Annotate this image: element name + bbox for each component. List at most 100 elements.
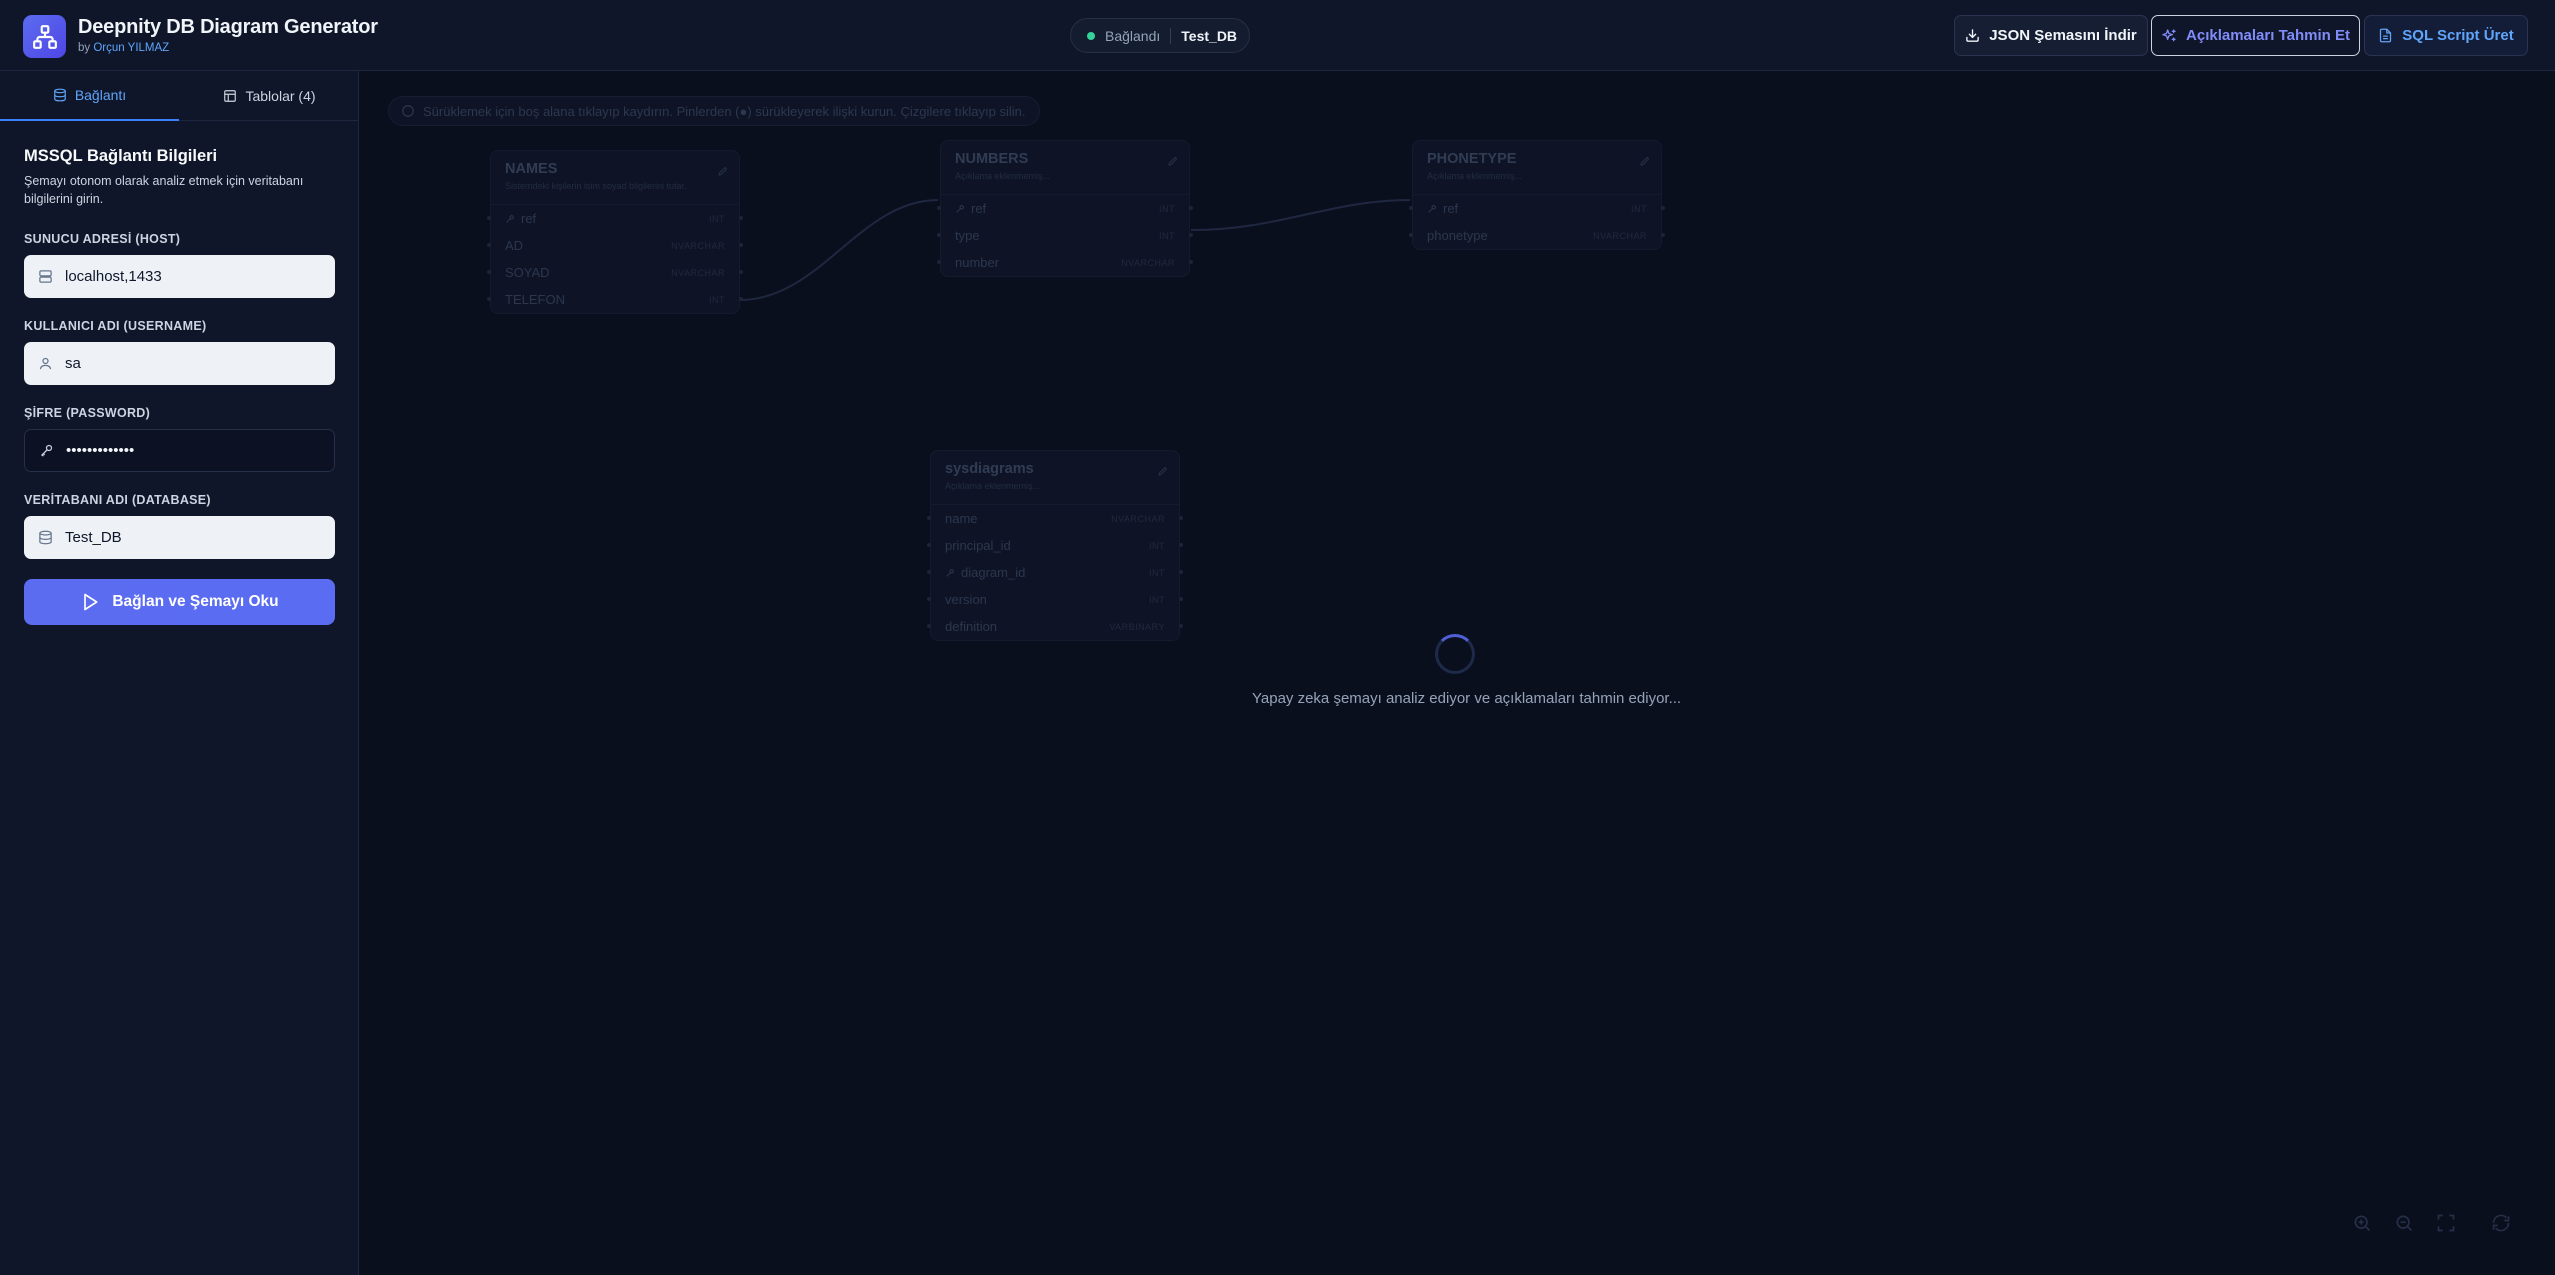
relationship-lines xyxy=(739,199,1411,301)
table-card-header: NAMES Sistemdeki kişilerin isim soyad bi… xyxy=(491,151,739,205)
pin-left[interactable] xyxy=(487,243,491,247)
pin-left[interactable] xyxy=(487,270,491,274)
key-icon xyxy=(955,204,965,214)
pin-left[interactable] xyxy=(487,297,491,301)
pin-right[interactable] xyxy=(1179,570,1183,574)
reset-icon[interactable] xyxy=(2488,1210,2514,1236)
column-type: VARBINARY xyxy=(1109,621,1165,632)
table-card-header: PHONETYPE Açıklama eklenmemiş... xyxy=(1413,141,1661,195)
table-column: type INT xyxy=(937,222,1193,249)
pin-left[interactable] xyxy=(937,233,941,237)
loading-spinner-icon xyxy=(1435,634,1475,674)
edit-icon[interactable] xyxy=(1157,465,1169,477)
pin-right[interactable] xyxy=(1189,233,1193,237)
table-name: NUMBERS xyxy=(955,151,1029,167)
table-card-header: NUMBERS Açıklama eklenmemiş... xyxy=(941,141,1189,195)
table-column: ref INT xyxy=(1409,195,1665,222)
key-icon xyxy=(945,568,955,578)
pin-right[interactable] xyxy=(1179,516,1183,520)
column-name: definition xyxy=(945,619,998,634)
table-column: AD NVARCHAR xyxy=(487,232,743,259)
pin-left[interactable] xyxy=(927,516,931,520)
pin-right[interactable] xyxy=(1179,543,1183,547)
pin-right[interactable] xyxy=(739,297,743,301)
column-type: INT xyxy=(709,294,725,305)
pin-right[interactable] xyxy=(739,270,743,274)
table-column: version INT xyxy=(927,586,1183,613)
column-name: AD xyxy=(505,238,524,253)
pin-left[interactable] xyxy=(937,260,941,264)
column-name: TELEFON xyxy=(505,292,565,307)
key-icon xyxy=(1427,204,1437,214)
table-name: PHONETYPE xyxy=(1427,151,1517,167)
table-description: Açıklama eklenmemiş... xyxy=(1427,171,1523,181)
zoom-in-icon[interactable] xyxy=(2349,1210,2375,1236)
column-type: NVARCHAR xyxy=(1121,257,1175,268)
column-type: INT xyxy=(1149,567,1165,578)
table-column: number NVARCHAR xyxy=(937,249,1193,276)
table-column: SOYAD NVARCHAR xyxy=(487,259,743,286)
pin-left[interactable] xyxy=(927,624,931,628)
pin-left[interactable] xyxy=(927,597,931,601)
column-type: INT xyxy=(1159,230,1175,241)
pin-right[interactable] xyxy=(1179,597,1183,601)
loading-message: Yapay zeka şemayı analiz ediyor ve açıkl… xyxy=(1252,690,1682,707)
column-name: ref xyxy=(521,211,537,226)
fit-view-icon[interactable] xyxy=(2433,1210,2459,1236)
table-name: NAMES xyxy=(505,161,558,177)
pin-left[interactable] xyxy=(927,543,931,547)
pin-right[interactable] xyxy=(1661,233,1665,237)
column-type: NVARCHAR xyxy=(671,267,725,278)
pin-left[interactable] xyxy=(937,206,941,210)
pin-right[interactable] xyxy=(1179,624,1183,628)
column-type: INT xyxy=(1149,540,1165,551)
table-description: Açıklama eklenmemiş... xyxy=(955,171,1051,181)
pin-left[interactable] xyxy=(1409,233,1413,237)
pin-left[interactable] xyxy=(487,216,491,220)
column-name: type xyxy=(955,228,980,243)
column-type: INT xyxy=(1631,203,1647,214)
relation-line[interactable] xyxy=(1190,199,1411,231)
relation-line[interactable] xyxy=(739,199,939,301)
column-name: version xyxy=(945,592,987,607)
table-column: phonetype NVARCHAR xyxy=(1409,222,1665,249)
pin-right[interactable] xyxy=(1189,206,1193,210)
table-column: TELEFON INT xyxy=(487,286,743,313)
column-type: INT xyxy=(709,213,725,224)
table-column: principal_id INT xyxy=(927,532,1183,559)
table-card-header: sysdiagrams Açıklama eklenmemiş... xyxy=(931,451,1179,505)
column-type: NVARCHAR xyxy=(671,240,725,251)
column-type: NVARCHAR xyxy=(1593,230,1647,241)
pin-right[interactable] xyxy=(1189,260,1193,264)
edit-icon[interactable] xyxy=(1167,155,1179,167)
key-icon xyxy=(505,214,515,224)
pin-right[interactable] xyxy=(739,243,743,247)
table-card-numbers[interactable]: NUMBERS Açıklama eklenmemiş... ref INT ty… xyxy=(937,140,1193,277)
column-name: number xyxy=(955,255,1000,270)
column-name: name xyxy=(945,511,978,526)
pin-right[interactable] xyxy=(1661,206,1665,210)
column-type: INT xyxy=(1149,594,1165,605)
pin-left[interactable] xyxy=(927,570,931,574)
table-column: name NVARCHAR xyxy=(927,505,1183,532)
column-type: NVARCHAR xyxy=(1111,513,1165,524)
column-name: ref xyxy=(1443,201,1459,216)
column-name: phonetype xyxy=(1427,228,1488,243)
edit-icon[interactable] xyxy=(1639,155,1651,167)
edit-icon[interactable] xyxy=(717,165,729,177)
zoom-out-icon[interactable] xyxy=(2391,1210,2417,1236)
table-column: definition VARBINARY xyxy=(927,613,1183,640)
table-description: Sistemdeki kişilerin isim soyad bilgiler… xyxy=(505,181,687,191)
table-column: ref INT xyxy=(937,195,1193,222)
table-card-phonetype[interactable]: PHONETYPE Açıklama eklenmemiş... ref INT … xyxy=(1409,140,1665,250)
table-description: Açıklama eklenmemiş... xyxy=(945,481,1041,491)
table-name: sysdiagrams xyxy=(945,461,1034,477)
table-card-sysdiagrams[interactable]: sysdiagrams Açıklama eklenmemiş... name N… xyxy=(927,450,1183,641)
table-card-names[interactable]: NAMES Sistemdeki kişilerin isim soyad bi… xyxy=(487,150,743,314)
column-name: diagram_id xyxy=(961,565,1026,580)
pin-right[interactable] xyxy=(739,216,743,220)
pin-left[interactable] xyxy=(1409,206,1413,210)
column-name: ref xyxy=(971,201,987,216)
table-column: ref INT xyxy=(487,205,743,232)
column-name: principal_id xyxy=(945,538,1011,553)
